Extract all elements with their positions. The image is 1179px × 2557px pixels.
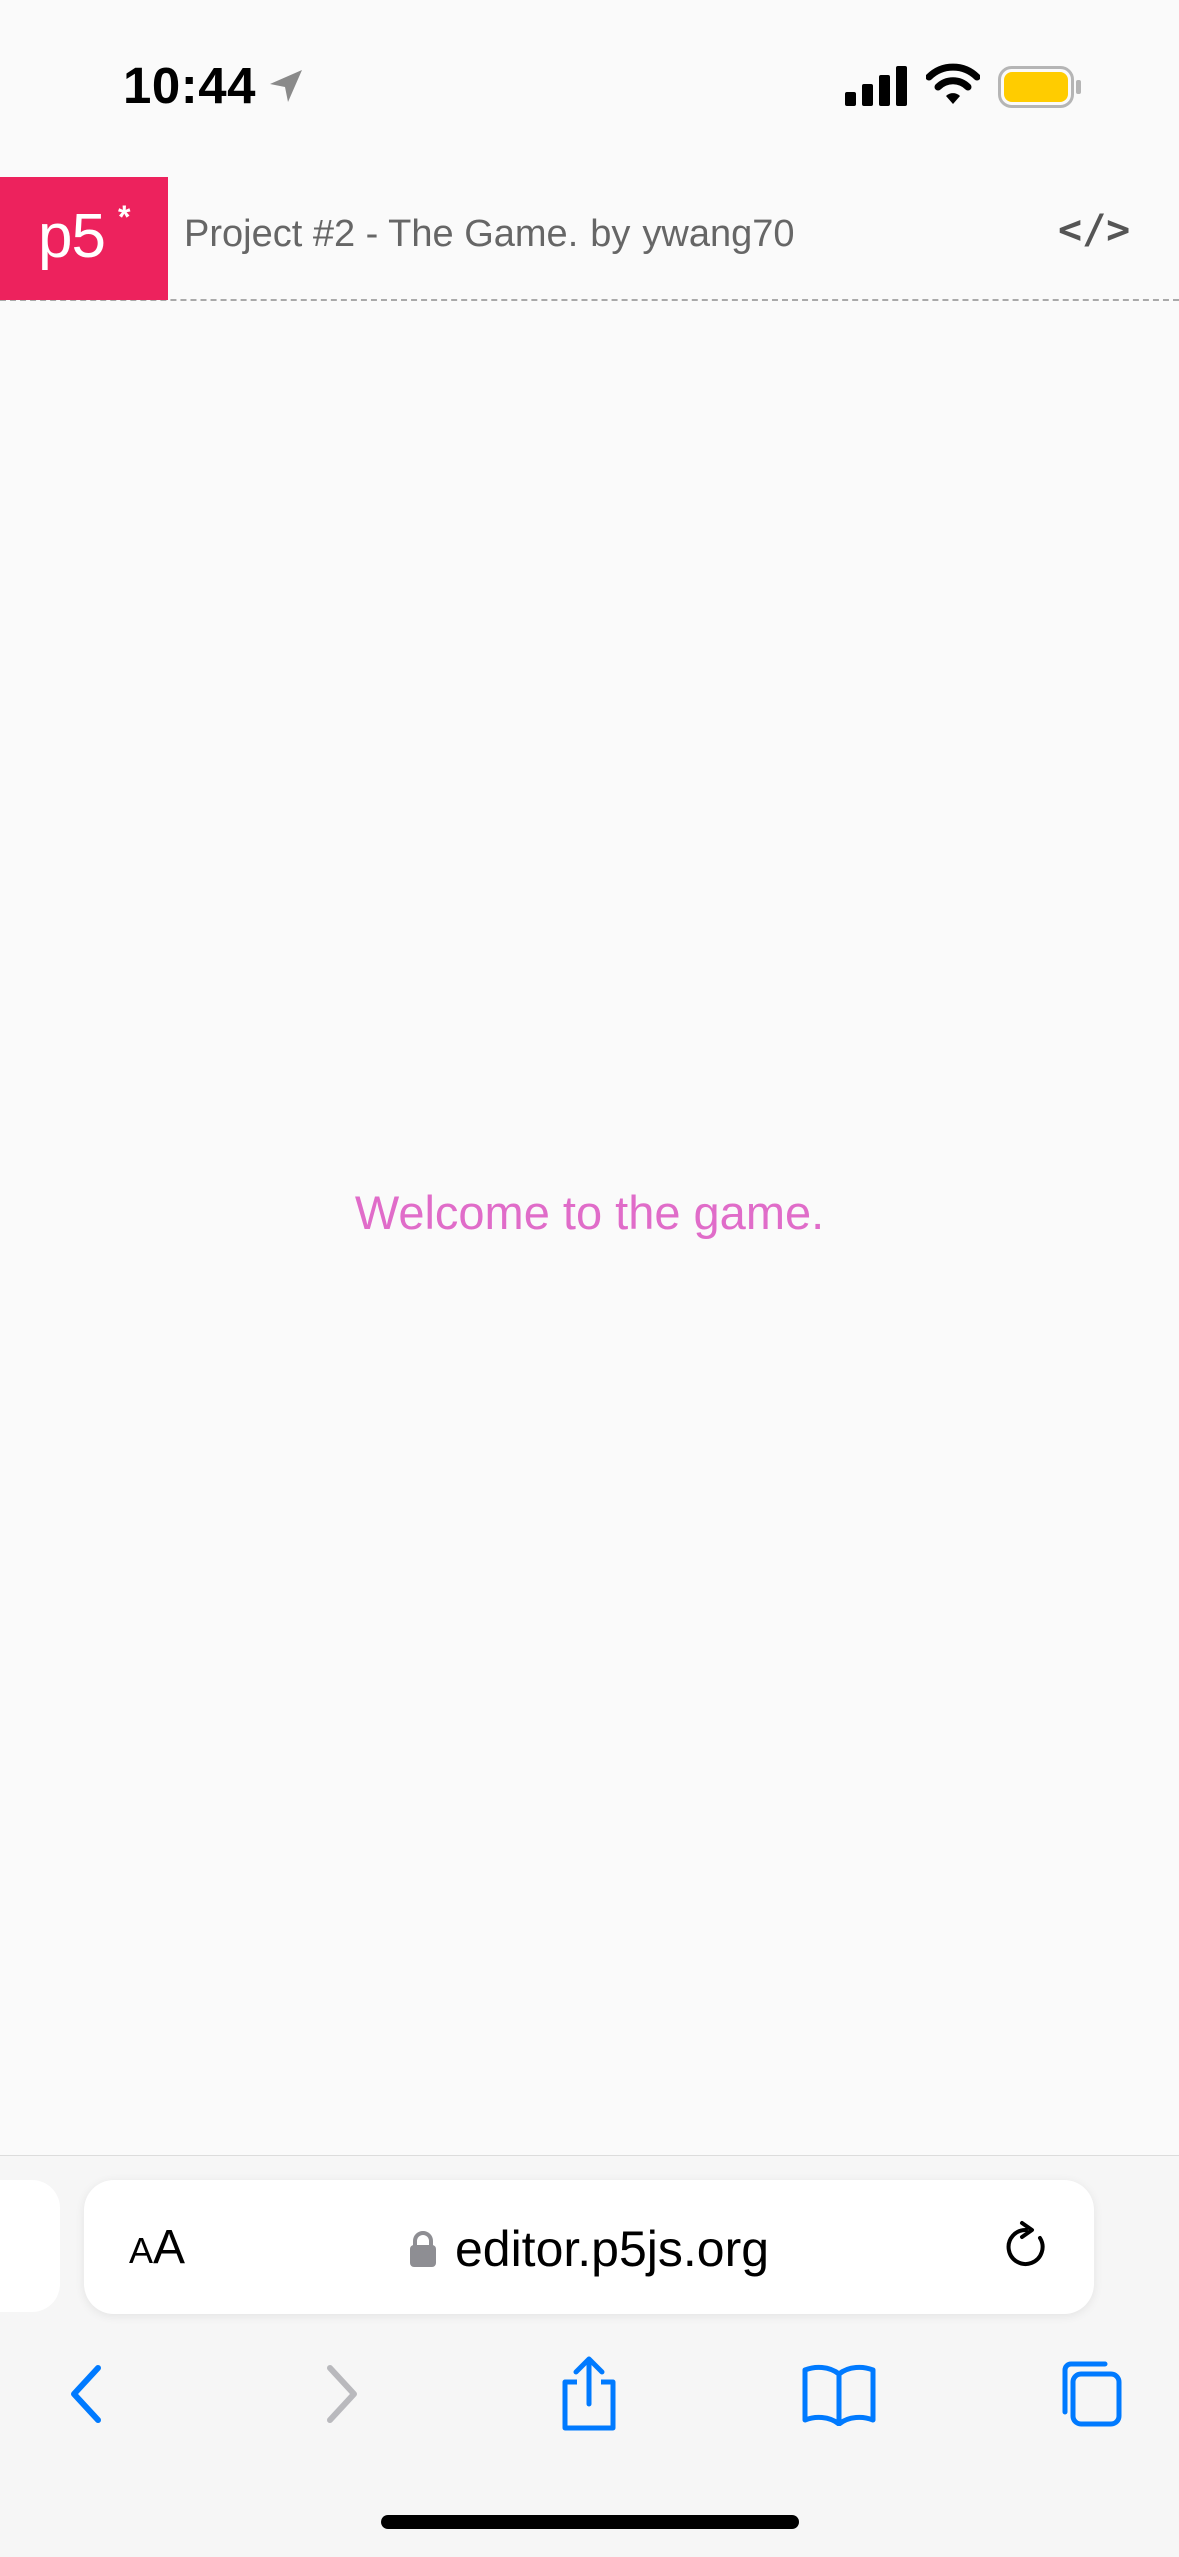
back-icon xyxy=(71,2365,101,2423)
share-icon xyxy=(562,2356,616,2431)
forward-button[interactable] xyxy=(294,2346,390,2442)
url-text: editor.p5js.org xyxy=(454,2221,770,2277)
share-button[interactable] xyxy=(541,2346,637,2442)
wifi-icon xyxy=(926,63,980,104)
p5-header: p5 * Project #2 - The Game. by ywang70 </> xyxy=(0,177,1179,301)
p5-logo[interactable]: p5 * xyxy=(0,177,168,300)
url-display[interactable]: editor.p5js.org xyxy=(84,2220,1094,2278)
cellular-signal-icon xyxy=(845,66,907,106)
previous-tab-card[interactable] xyxy=(0,2180,60,2312)
safari-bottom-bar: AA editor.p5js.org xyxy=(0,2155,1179,2557)
home-indicator[interactable] xyxy=(381,2515,799,2529)
sketch-canvas[interactable]: Welcome to the game. xyxy=(0,301,1179,2155)
project-title-line: Project #2 - The Game. by ywang70 xyxy=(184,213,795,256)
view-code-button[interactable]: </> xyxy=(1058,207,1130,253)
lock-icon xyxy=(409,2231,436,2267)
project-title: Project #2 - The Game. xyxy=(184,213,579,255)
reload-icon[interactable] xyxy=(1002,2220,1052,2272)
tabs-icon xyxy=(1062,2361,1122,2427)
p5-logo-text: p5 xyxy=(38,202,106,271)
status-bar: 10:44 xyxy=(0,0,1179,170)
bookmarks-button[interactable] xyxy=(791,2346,887,2442)
bookmarks-icon xyxy=(802,2364,876,2426)
by-label: by xyxy=(590,213,631,255)
battery-icon xyxy=(998,66,1081,108)
location-arrow-icon xyxy=(270,70,302,102)
tabs-button[interactable] xyxy=(1041,2346,1137,2442)
forward-icon xyxy=(327,2365,357,2423)
address-bar[interactable]: AA editor.p5js.org xyxy=(84,2180,1094,2314)
welcome-message: Welcome to the game. xyxy=(354,1186,825,1239)
back-button[interactable] xyxy=(38,2346,134,2442)
author-link[interactable]: ywang70 xyxy=(642,213,794,255)
p5-logo-asterisk: * xyxy=(118,199,131,235)
status-time: 10:44 xyxy=(123,57,256,114)
